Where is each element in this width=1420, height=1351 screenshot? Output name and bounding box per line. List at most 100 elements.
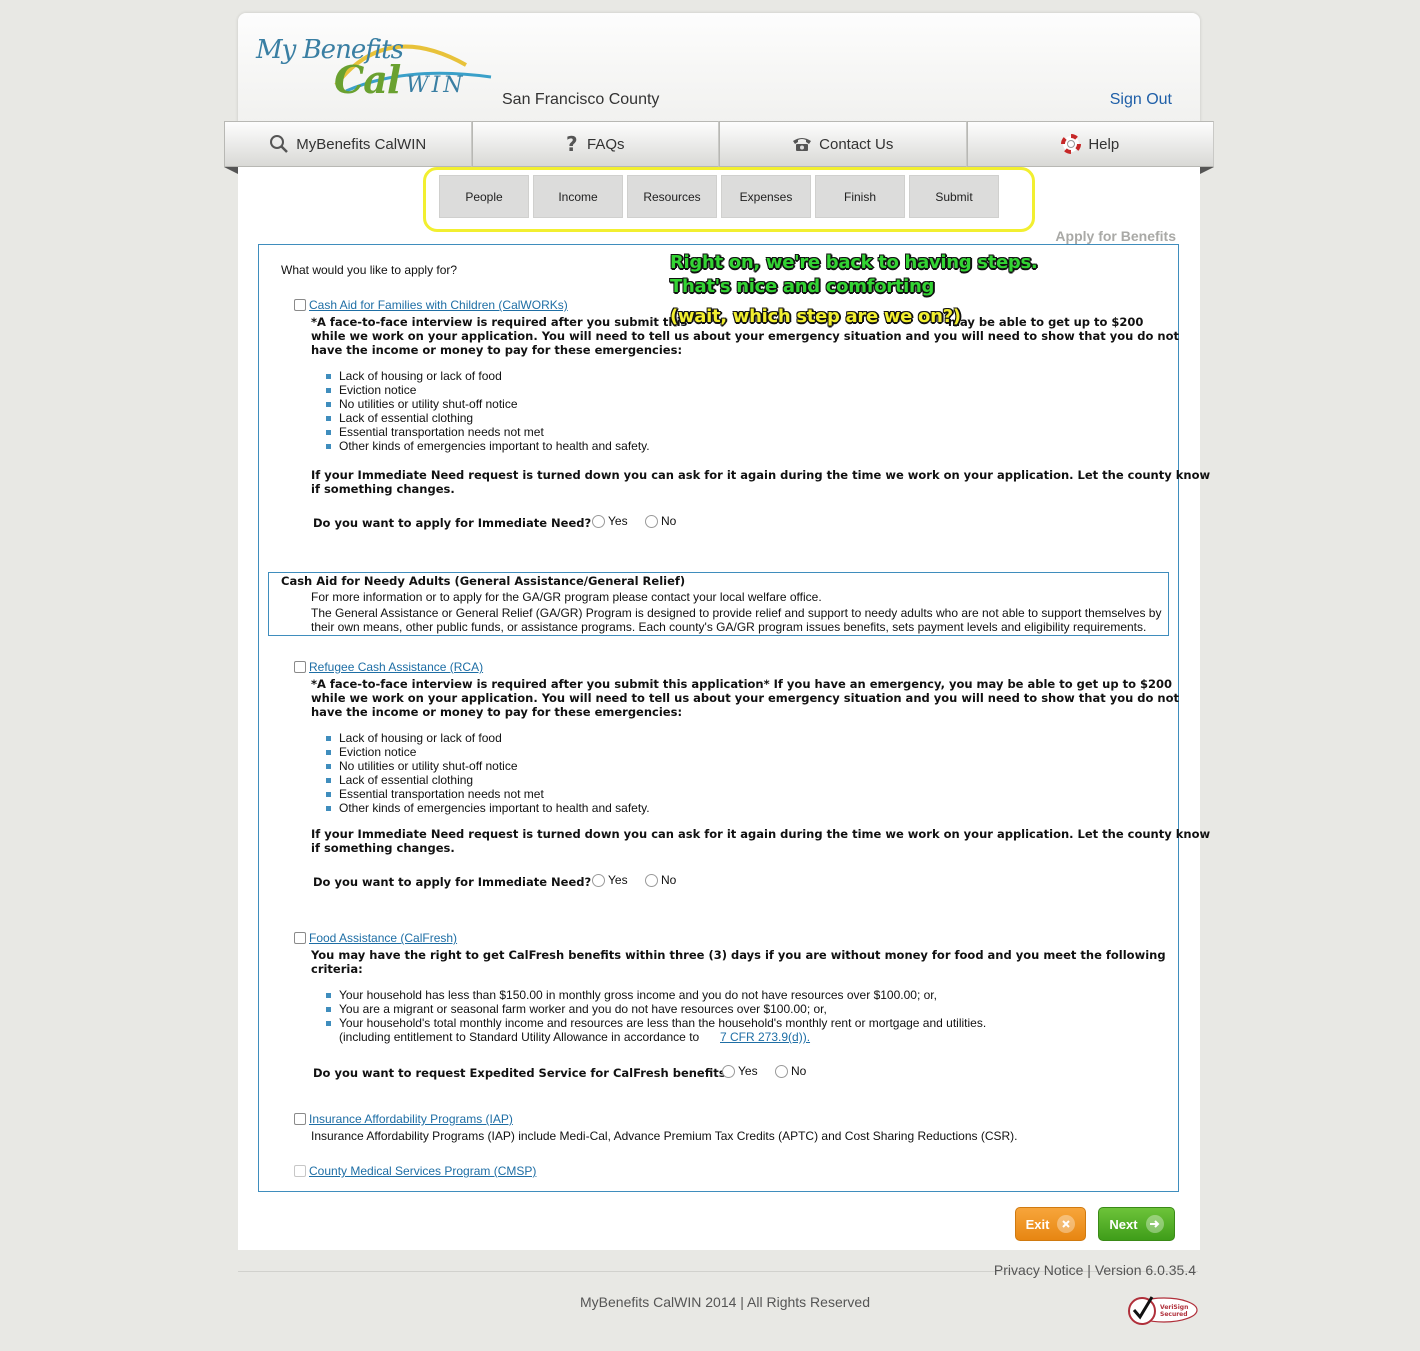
- rca-no-radio[interactable]: [645, 874, 658, 887]
- calfresh-intro-1: You may have the right to get CalFresh b…: [311, 948, 1166, 962]
- site-header: My Benefits Cal WIN San Francisco County…: [238, 13, 1200, 123]
- footer-links: Privacy Notice | Version 6.0.35.4: [994, 1262, 1196, 1278]
- nav-corner-right: [1200, 167, 1214, 174]
- rca-intro-1: *A face-to-face interview is required af…: [311, 677, 1172, 691]
- list-item: Other kinds of emergencies important to …: [326, 439, 650, 453]
- calfresh-no-radio[interactable]: [775, 1065, 788, 1078]
- list-item: Lack of essential clothing: [326, 411, 650, 425]
- rca-yes-radio[interactable]: [592, 874, 605, 887]
- ga-gr-line-2: The General Assistance or General Relief…: [311, 606, 1162, 620]
- rca-no-label: No: [661, 873, 677, 887]
- calworks-intro-1: *A face-to-face interview is required af…: [311, 315, 688, 329]
- rca-emergency-list: Lack of housing or lack of food Eviction…: [326, 731, 650, 815]
- rca-note-2: if something changes.: [311, 841, 455, 855]
- step-tabs: People Income Resources Expenses Finish …: [439, 175, 999, 218]
- calworks-emergency-list: Lack of housing or lack of food Eviction…: [326, 369, 650, 453]
- nav-tab-label: MyBenefits CalWIN: [296, 135, 427, 153]
- step-resources[interactable]: Resources: [627, 175, 717, 218]
- nav-tab-help[interactable]: Help: [966, 121, 1214, 167]
- list-item: Essential transportation needs not met: [326, 787, 650, 801]
- list-item: Essential transportation needs not met: [326, 425, 650, 439]
- list-item: Your household has less than $150.00 in …: [326, 988, 986, 1002]
- rca-link[interactable]: Refugee Cash Assistance (RCA): [309, 660, 483, 674]
- privacy-notice-link[interactable]: Privacy Notice: [994, 1262, 1083, 1278]
- calworks-immediate-need-question: Do you want to apply for Immediate Need?: [313, 516, 592, 530]
- verisign-checkmark-icon: VeriSign Secured: [1128, 1296, 1198, 1325]
- cmsp-checkbox[interactable]: [294, 1165, 306, 1177]
- cfr-link[interactable]: 7 CFR 273.9(d)).: [720, 1030, 810, 1044]
- page-title: Apply for Benefits: [1055, 228, 1176, 244]
- next-button-label: Next: [1109, 1216, 1138, 1232]
- next-button[interactable]: Next: [1098, 1207, 1175, 1241]
- calfresh-yes-label: Yes: [738, 1064, 758, 1078]
- rca-note-1: If your Immediate Need request is turned…: [311, 827, 1211, 841]
- cmsp-link[interactable]: County Medical Services Program (CMSP): [309, 1164, 536, 1178]
- calfresh-yes-radio[interactable]: [722, 1065, 735, 1078]
- exit-button-label: Exit: [1025, 1216, 1050, 1232]
- seal-text-1: VeriSign: [1160, 1304, 1188, 1311]
- calworks-note-1: If your Immediate Need request is turned…: [311, 468, 1211, 482]
- nav-tab-mybenefits[interactable]: MyBenefits CalWIN: [224, 121, 472, 167]
- logo-text-cal: Cal: [334, 57, 401, 102]
- list-item: Lack of essential clothing: [326, 773, 650, 787]
- list-item: Lack of housing or lack of food: [326, 731, 650, 745]
- step-submit[interactable]: Submit: [909, 175, 999, 218]
- calworks-no-label: No: [661, 514, 677, 528]
- nav-tab-contact-us[interactable]: Contact Us: [719, 121, 967, 167]
- nav-tab-faqs[interactable]: ? FAQs: [471, 121, 719, 167]
- calworks-link[interactable]: Cash Aid for Families with Children (Cal…: [309, 298, 568, 312]
- copyright-text: MyBenefits CalWIN 2014 | All Rights Rese…: [580, 1294, 870, 1310]
- form-question: What would you like to apply for?: [281, 263, 458, 277]
- iap-link[interactable]: Insurance Affordability Programs (IAP): [309, 1112, 513, 1126]
- calworks-intro-2: while we work on your application. You w…: [311, 329, 1180, 343]
- calworks-yes-radio[interactable]: [592, 515, 605, 528]
- iap-checkbox[interactable]: [294, 1113, 306, 1125]
- list-item: You are a migrant or seasonal farm worke…: [326, 1002, 986, 1016]
- calworks-yes-label: Yes: [608, 514, 628, 528]
- calfresh-no-label: No: [791, 1064, 807, 1078]
- ga-gr-line-1: For more information or to apply for the…: [311, 590, 822, 604]
- exit-button[interactable]: Exit: [1015, 1207, 1086, 1241]
- list-item: Lack of housing or lack of food: [326, 369, 650, 383]
- close-icon: [1057, 1215, 1076, 1233]
- rca-intro-3: have the income or money to pay for thes…: [311, 705, 683, 719]
- arrow-right-icon: [1145, 1215, 1164, 1233]
- calworks-no-radio[interactable]: [645, 515, 658, 528]
- calfresh-sua-text: (including entitlement to Standard Utili…: [339, 1030, 700, 1044]
- step-finish[interactable]: Finish: [815, 175, 905, 218]
- county-name: San Francisco County: [502, 91, 660, 108]
- calworks-intro-3: have the income or money to pay for thes…: [311, 343, 683, 357]
- rca-yes-label: Yes: [608, 873, 628, 887]
- calworks-note-2: if something changes.: [311, 482, 455, 496]
- step-people[interactable]: People: [439, 175, 529, 218]
- list-item: Other kinds of emergencies important to …: [326, 801, 650, 815]
- phone-icon: [792, 136, 812, 152]
- list-item: No utilities or utility shut-off notice: [326, 759, 650, 773]
- nav-tab-label: FAQs: [586, 135, 625, 153]
- logo-text-win: WIN: [406, 73, 466, 98]
- calfresh-criteria-list: Your household has less than $150.00 in …: [326, 988, 986, 1030]
- mybenefits-calwin-logo[interactable]: My Benefits Cal WIN: [256, 33, 492, 113]
- list-item: No utilities or utility shut-off notice: [326, 397, 650, 411]
- annotation-line-2: That's nice and comforting: [670, 276, 935, 297]
- main-nav: MyBenefits CalWIN ? FAQs Contact Us Help: [224, 121, 1214, 167]
- list-item: Your household's total monthly income an…: [326, 1016, 986, 1030]
- step-expenses[interactable]: Expenses: [721, 175, 811, 218]
- sign-out-link[interactable]: Sign Out: [1110, 91, 1172, 109]
- verisign-seal[interactable]: VeriSign Secured: [1126, 1293, 1198, 1331]
- nav-tab-label: Help: [1088, 135, 1120, 153]
- calworks-checkbox[interactable]: [294, 299, 306, 311]
- rca-intro-2: while we work on your application. You w…: [311, 691, 1180, 705]
- calfresh-checkbox[interactable]: [294, 932, 306, 944]
- question-icon: ?: [566, 134, 580, 154]
- list-item: Eviction notice: [326, 745, 650, 759]
- rca-immediate-need-question: Do you want to apply for Immediate Need?: [313, 875, 592, 889]
- annotation-line-1: Right on, we're back to having steps.: [670, 252, 1038, 273]
- rca-checkbox[interactable]: [294, 661, 306, 673]
- calworks-intro-1b: may be able to get up to $200: [948, 315, 1144, 329]
- list-item: Eviction notice: [326, 383, 650, 397]
- iap-description: Insurance Affordability Programs (IAP) i…: [311, 1129, 1018, 1143]
- magnifier-icon: [269, 134, 289, 154]
- step-income[interactable]: Income: [533, 175, 623, 218]
- calfresh-link[interactable]: Food Assistance (CalFresh): [309, 931, 457, 945]
